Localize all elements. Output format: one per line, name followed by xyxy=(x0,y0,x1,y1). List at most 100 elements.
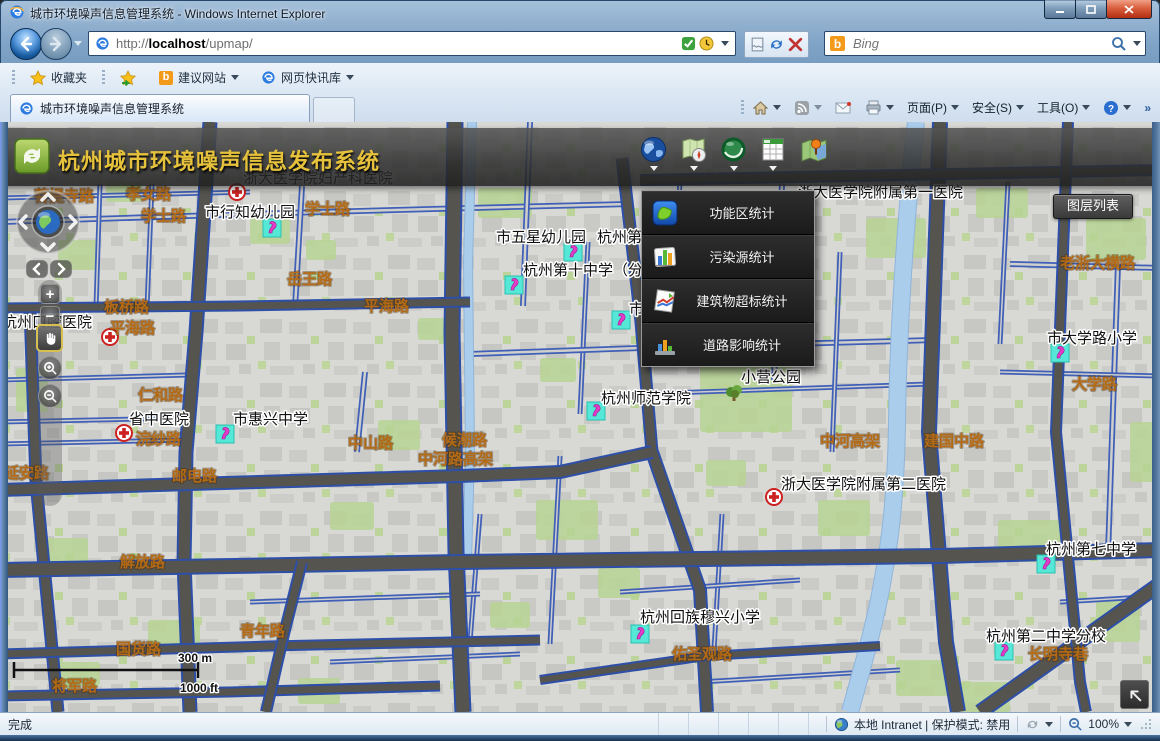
favorites-button[interactable]: 收藏夹 xyxy=(23,66,94,89)
statistics-table-button[interactable] xyxy=(760,136,786,171)
security-zone[interactable]: 本地 Intranet | 保护模式: 禁用 xyxy=(834,716,1010,733)
search-box[interactable]: b xyxy=(824,31,1146,56)
favorites-label: 收藏夹 xyxy=(51,69,87,86)
road-label: 老浙大横路 xyxy=(1059,254,1136,272)
road-label: 佑圣观路 xyxy=(671,645,733,663)
poi-label: 浙大医学院附属第二医院 xyxy=(781,475,946,493)
favorites-bar: 收藏夹 b 建议网站 网页快讯库 xyxy=(0,63,1160,93)
search-icon[interactable] xyxy=(1111,36,1127,52)
poi-label: 市大学路小学 xyxy=(1047,330,1137,347)
safety-menu[interactable]: 安全(S) xyxy=(967,96,1029,119)
northwest-arrow-icon xyxy=(1127,687,1143,703)
address-dropdown[interactable] xyxy=(721,41,729,46)
cmdbar-grip[interactable] xyxy=(741,100,744,116)
magnifier-minus-icon xyxy=(43,389,58,404)
compatibility-view-icon[interactable] xyxy=(749,36,766,53)
road-label: 孝女路 xyxy=(125,185,172,203)
app-toolbar xyxy=(640,136,829,171)
forward-button[interactable] xyxy=(40,28,72,60)
add-favorite-button[interactable] xyxy=(113,67,144,89)
title-bar[interactable]: 城市环境噪声信息管理系统 - Windows Internet Explorer xyxy=(0,0,1160,25)
protected-mode-button[interactable] xyxy=(1025,717,1053,732)
print-button[interactable] xyxy=(860,97,899,119)
road-label: 解放路 xyxy=(120,553,166,571)
pan-tool-button-selected[interactable] xyxy=(36,324,63,352)
refresh-icon[interactable] xyxy=(768,36,785,53)
read-mail-button[interactable] xyxy=(830,98,857,118)
menu-item-road-impact[interactable]: 道路影响统计 xyxy=(642,323,814,366)
search-input[interactable] xyxy=(851,35,1111,52)
resize-grip[interactable] xyxy=(1140,718,1152,730)
minimize-button[interactable] xyxy=(1044,0,1076,19)
app-title: 杭州城市环境噪声信息发布系统 xyxy=(58,144,380,176)
page-ie-icon xyxy=(95,36,110,51)
map-canvas[interactable]: 菩提寺路孝女路学士路学士路岳王路板桥路平海路平海路仁和路浣纱路延安路邮电路中山路… xyxy=(0,122,1160,712)
statistics-menu: 功能区统计 污染源统计 建筑物超标统计 道路影响统计 xyxy=(641,190,815,367)
maximize-button[interactable] xyxy=(1075,0,1107,19)
tab-active[interactable]: 城市环境噪声信息管理系统 xyxy=(10,94,310,122)
poi-label: 杭州第七中学 xyxy=(1046,540,1136,558)
zoom-out-tool-button[interactable] xyxy=(38,384,62,408)
zoom-in-button[interactable]: + xyxy=(40,284,60,304)
close-button[interactable] xyxy=(1106,0,1152,19)
functional-zone-stats-icon xyxy=(652,200,678,226)
search-dropdown[interactable] xyxy=(1133,41,1141,46)
road-label: 国货路 xyxy=(116,640,162,658)
back-button[interactable] xyxy=(10,28,42,60)
road-label: 中山路 xyxy=(348,434,394,452)
add-favorite-star-icon xyxy=(120,70,137,86)
road-label: 平海路 xyxy=(364,297,410,315)
feeds-button[interactable] xyxy=(789,97,827,119)
web-slice-gallery-button[interactable]: 网页快讯库 xyxy=(254,66,361,89)
building-exceedance-stats-icon xyxy=(652,288,678,314)
stop-icon[interactable] xyxy=(787,36,804,53)
history-clock-icon xyxy=(699,36,714,51)
zoom-in-tool-button[interactable] xyxy=(38,356,62,380)
zoom-level-text: 100% xyxy=(1088,717,1119,731)
suggested-sites-button[interactable]: b 建议网站 xyxy=(152,66,246,89)
tools-menu[interactable]: 工具(O) xyxy=(1032,96,1095,119)
help-menu[interactable]: ? xyxy=(1098,97,1136,119)
url-text[interactable]: http://localhost/upmap/ xyxy=(116,36,681,51)
new-tab-button[interactable] xyxy=(313,97,355,122)
page-menu[interactable]: 页面(P) xyxy=(902,96,964,119)
thematic-map-icon xyxy=(799,136,829,164)
prev-next-extent-buttons[interactable] xyxy=(25,258,73,280)
full-extent-button[interactable] xyxy=(1120,680,1149,709)
world-services-button[interactable] xyxy=(640,136,667,171)
poi-label: 杭州回族穆兴小学 xyxy=(640,609,760,626)
thematic-map-button[interactable] xyxy=(799,136,829,171)
green-globe-button[interactable] xyxy=(720,136,747,171)
zoom-control[interactable]: 100% xyxy=(1068,717,1132,732)
road-label: 大学路 xyxy=(1072,375,1118,393)
window-frame-left xyxy=(0,122,8,712)
school-marker-icon xyxy=(631,625,649,643)
tab-title: 城市环境噪声信息管理系统 xyxy=(40,100,184,117)
favbar-grip[interactable] xyxy=(12,70,15,86)
world-services-icon xyxy=(640,136,667,163)
road-label: 建国中路 xyxy=(924,432,985,450)
pan-compass-control[interactable] xyxy=(14,188,82,256)
poi-label: 小营公园 xyxy=(741,369,801,386)
map-tools-button[interactable] xyxy=(680,136,707,171)
svg-text:?: ? xyxy=(1108,104,1114,115)
command-bar: 页面(P) 安全(S) 工具(O) ? » xyxy=(741,94,1156,121)
suggested-sites-label: 建议网站 xyxy=(178,69,226,86)
menu-item-functional-zone[interactable]: 功能区统计 xyxy=(642,191,814,235)
favbar-grip2[interactable] xyxy=(102,70,105,86)
menu-item-pollution-source[interactable]: 污染源统计 xyxy=(642,235,814,279)
road-label: 中河高架 xyxy=(820,432,880,450)
ie-favicon xyxy=(9,4,25,20)
more-commands-chevron[interactable]: » xyxy=(1139,98,1156,118)
address-bar[interactable]: http://localhost/upmap/ xyxy=(88,31,736,56)
home-button[interactable] xyxy=(747,97,786,119)
recent-pages-dropdown[interactable] xyxy=(74,41,82,46)
hospital-marker-icon xyxy=(766,489,782,505)
hand-icon xyxy=(42,330,58,346)
menu-item-building-exceedance[interactable]: 建筑物超标统计 xyxy=(642,279,814,323)
forward-arrow-icon xyxy=(48,36,64,52)
road-label: 仁和路 xyxy=(138,386,184,404)
scale-metric: 300 m xyxy=(178,651,212,665)
layer-list-button[interactable]: 图层列表 xyxy=(1053,194,1133,219)
zoom-out-button[interactable]: − xyxy=(40,306,60,326)
